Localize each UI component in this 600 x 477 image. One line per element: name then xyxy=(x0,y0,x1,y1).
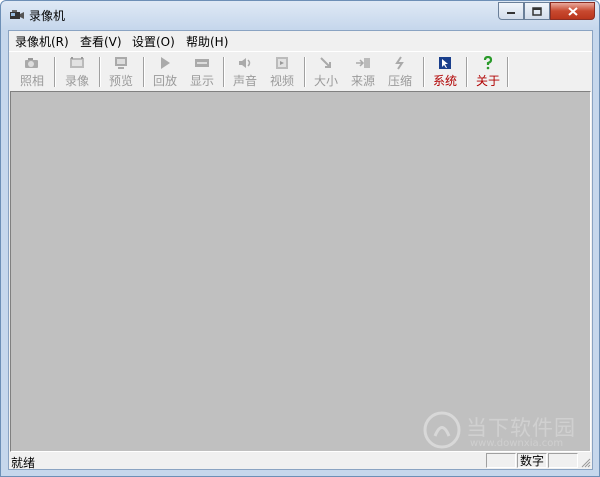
video-icon xyxy=(276,57,288,69)
menu-settings[interactable]: 设置(O) xyxy=(132,33,175,50)
preview-icon xyxy=(115,57,127,69)
toolbar-label: 预览 xyxy=(108,74,133,88)
maximize-button[interactable] xyxy=(524,2,550,20)
toolbar-label: 系统 xyxy=(432,74,457,88)
toolbar-button-compress[interactable]: 压缩 xyxy=(383,56,417,88)
close-icon xyxy=(567,6,578,16)
toolbar-separator xyxy=(304,57,306,87)
watermark: 当下软件园 www.downxia.com xyxy=(421,409,596,454)
toolbar-button-source[interactable]: 来源 xyxy=(346,56,380,88)
toolbar-separator xyxy=(143,57,145,87)
toolbar-button-size[interactable]: 大小 xyxy=(309,56,343,88)
status-text: 就绪 xyxy=(11,456,36,470)
status-bar: 就绪 数字 xyxy=(9,453,592,470)
window-title: 录像机 xyxy=(29,9,66,23)
toolbar-separator xyxy=(99,57,101,87)
toolbar-label: 声音 xyxy=(232,74,257,88)
toolbar-label: 显示 xyxy=(189,74,214,88)
toolbar-button-playback[interactable]: 回放 xyxy=(148,56,182,88)
toolbar-label: 关于 xyxy=(475,74,500,88)
toolbar-button-video[interactable]: 视频 xyxy=(265,56,299,88)
compress-icon xyxy=(395,56,404,70)
resize-grip-icon[interactable] xyxy=(579,456,591,468)
toolbar-separator xyxy=(223,57,225,87)
video-display-area[interactable] xyxy=(10,91,591,452)
toolbar: 照相 录像 预览 回放 显示 声音 视频 大小 来源 压缩 系统 关于 xyxy=(9,51,592,90)
resize-icon xyxy=(320,57,331,68)
toolbar-label: 录像 xyxy=(64,74,89,88)
toolbar-button-about[interactable]: 关于 xyxy=(471,56,505,88)
minimize-button[interactable] xyxy=(498,2,524,20)
toolbar-button-display[interactable]: 显示 xyxy=(185,56,219,88)
display-icon xyxy=(195,59,209,67)
client-area: 录像机(R) 查看(V) 设置(O) 帮助(H) 照相 录像 预览 回放 显示 … xyxy=(8,30,593,470)
toolbar-button-record[interactable]: 录像 xyxy=(60,56,94,88)
status-pane-scroll xyxy=(548,453,578,468)
toolbar-separator xyxy=(54,57,56,87)
play-icon xyxy=(161,57,170,69)
minimize-icon xyxy=(507,12,515,14)
source-icon xyxy=(356,58,370,68)
maximize-icon xyxy=(532,6,542,16)
watermark-url: www.downxia.com xyxy=(470,438,564,449)
toolbar-label: 回放 xyxy=(152,74,177,88)
speaker-icon xyxy=(239,58,251,68)
toolbar-button-audio[interactable]: 声音 xyxy=(228,56,262,88)
toolbar-button-preview[interactable]: 预览 xyxy=(104,56,138,88)
toolbar-label: 来源 xyxy=(350,74,375,88)
system-icon xyxy=(439,57,451,69)
menu-bar: 录像机(R) 查看(V) 设置(O) 帮助(H) xyxy=(9,31,592,50)
close-button[interactable] xyxy=(550,2,595,20)
title-bar[interactable]: 录像机 xyxy=(1,1,599,29)
status-pane-empty xyxy=(486,453,516,468)
toolbar-button-snapshot[interactable]: 照相 xyxy=(15,56,49,88)
toolbar-separator xyxy=(507,57,509,87)
film-icon xyxy=(70,57,84,68)
camera-icon xyxy=(25,58,38,68)
status-pane-numlock: 数字 xyxy=(517,453,547,468)
menu-view[interactable]: 查看(V) xyxy=(80,33,122,50)
watermark-logo-icon xyxy=(423,411,461,449)
toolbar-label: 大小 xyxy=(313,74,338,88)
toolbar-label: 照相 xyxy=(19,74,44,88)
menu-recorder[interactable]: 录像机(R) xyxy=(15,33,69,50)
toolbar-separator xyxy=(466,57,468,87)
help-icon xyxy=(483,56,493,70)
camcorder-icon xyxy=(10,10,24,19)
menu-help[interactable]: 帮助(H) xyxy=(186,33,228,50)
app-window: 录像机 录像机(R) 查看(V) 设置(O) 帮助(H) 照相 录像 预览 回放… xyxy=(0,0,600,477)
toolbar-label: 视频 xyxy=(269,74,294,88)
toolbar-label: 压缩 xyxy=(387,74,412,88)
toolbar-button-system[interactable]: 系统 xyxy=(428,56,462,88)
toolbar-separator xyxy=(423,57,425,87)
